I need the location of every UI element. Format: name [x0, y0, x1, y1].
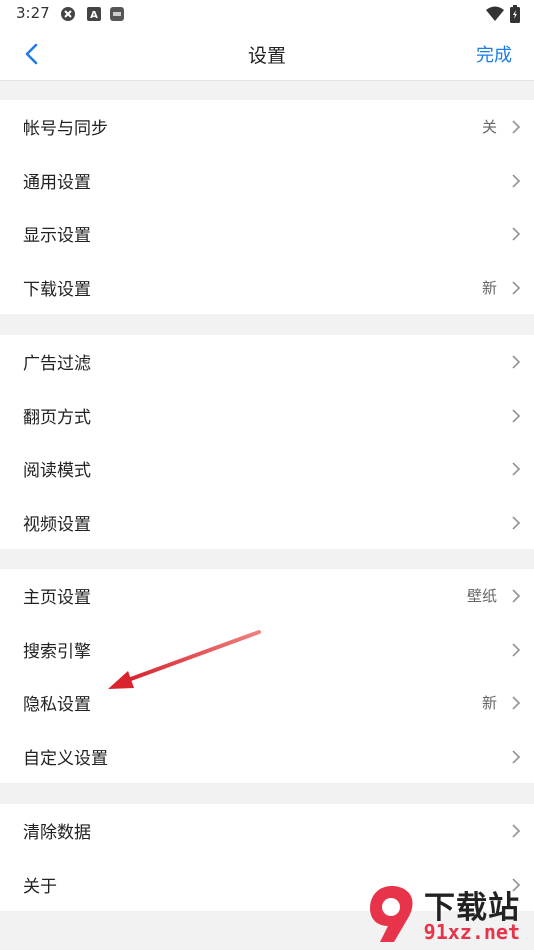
- row-label: 清除数据: [23, 823, 91, 844]
- row-label: 视频设置: [23, 514, 91, 535]
- settings-group-account: 帐号与同步 关 通用设置 显示设置 下载设置 新: [0, 100, 534, 314]
- wifi-icon: [486, 6, 504, 21]
- status-bar: 3:27 A: [0, 0, 534, 28]
- row-download-settings[interactable]: 下载设置 新: [0, 261, 534, 315]
- row-value: 新: [481, 278, 497, 297]
- a-badge-letter: A: [90, 10, 98, 21]
- row-value: 壁纸: [466, 587, 497, 606]
- status-time: 3:27: [16, 4, 50, 22]
- chevron-right-icon: [512, 120, 521, 134]
- row-search-engine[interactable]: 搜索引擎: [0, 623, 534, 677]
- app-badge-icon: [61, 7, 75, 21]
- page-title: 设置: [247, 45, 286, 67]
- row-label: 主页设置: [23, 588, 91, 609]
- chevron-right-icon: [512, 589, 521, 603]
- row-label: 通用设置: [23, 172, 91, 193]
- row-reading-mode[interactable]: 阅读模式: [0, 442, 534, 496]
- chevron-right-icon: [512, 173, 521, 188]
- watermark-bottom-text: 91xz.net: [423, 920, 520, 944]
- row-privacy-settings[interactable]: 隐私设置 新: [0, 676, 534, 730]
- chevron-right-icon: [512, 355, 521, 369]
- row-label: 自定义设置: [23, 748, 108, 769]
- row-label: 搜索引擎: [23, 641, 91, 662]
- chevron-right-icon: [512, 408, 521, 423]
- row-home-settings[interactable]: 主页设置 壁纸: [0, 569, 534, 623]
- row-display-settings[interactable]: 显示设置: [0, 207, 534, 261]
- row-label: 关于: [23, 876, 57, 897]
- chevron-right-icon: [512, 227, 521, 241]
- watermark-emblem-icon: [370, 886, 413, 942]
- row-label: 帐号与同步: [23, 119, 108, 140]
- row-clear-data[interactable]: 清除数据: [0, 804, 534, 858]
- chevron-right-icon: [512, 280, 521, 295]
- row-account-sync[interactable]: 帐号与同步 关: [0, 100, 534, 154]
- chevron-right-icon: [512, 642, 521, 657]
- chevron-right-icon: [512, 696, 521, 710]
- chevron-right-icon: [512, 749, 521, 764]
- a-badge-icon: A: [87, 7, 101, 21]
- chevron-right-icon: [512, 462, 521, 476]
- row-custom-settings[interactable]: 自定义设置: [0, 730, 534, 784]
- row-label: 阅读模式: [23, 461, 91, 482]
- settings-group-reading: 广告过滤 翻页方式 阅读模式 视频设置: [0, 335, 534, 549]
- settings-group-home: 主页设置 壁纸 搜索引擎 隐私设置 新 自定义设置: [0, 569, 534, 783]
- navigation-bar: 设置 完成: [0, 28, 534, 81]
- battery-icon: [510, 5, 520, 23]
- row-video-settings[interactable]: 视频设置: [0, 496, 534, 550]
- row-value: 关: [481, 118, 497, 137]
- row-label: 隐私设置: [23, 695, 91, 716]
- row-label: 下载设置: [23, 279, 91, 300]
- watermark-logo: 下载站 91xz.net: [364, 878, 530, 950]
- row-value: 新: [481, 694, 497, 713]
- nfc-badge-icon: [110, 7, 124, 21]
- chevron-right-icon: [512, 515, 521, 530]
- row-label: 翻页方式: [23, 407, 91, 428]
- row-label: 显示设置: [23, 226, 91, 247]
- row-ad-filter[interactable]: 广告过滤: [0, 335, 534, 389]
- done-button[interactable]: 完成: [476, 41, 512, 67]
- row-label: 广告过滤: [23, 354, 91, 375]
- chevron-right-icon: [512, 824, 521, 838]
- row-general-settings[interactable]: 通用设置: [0, 154, 534, 208]
- row-page-turning[interactable]: 翻页方式: [0, 389, 534, 443]
